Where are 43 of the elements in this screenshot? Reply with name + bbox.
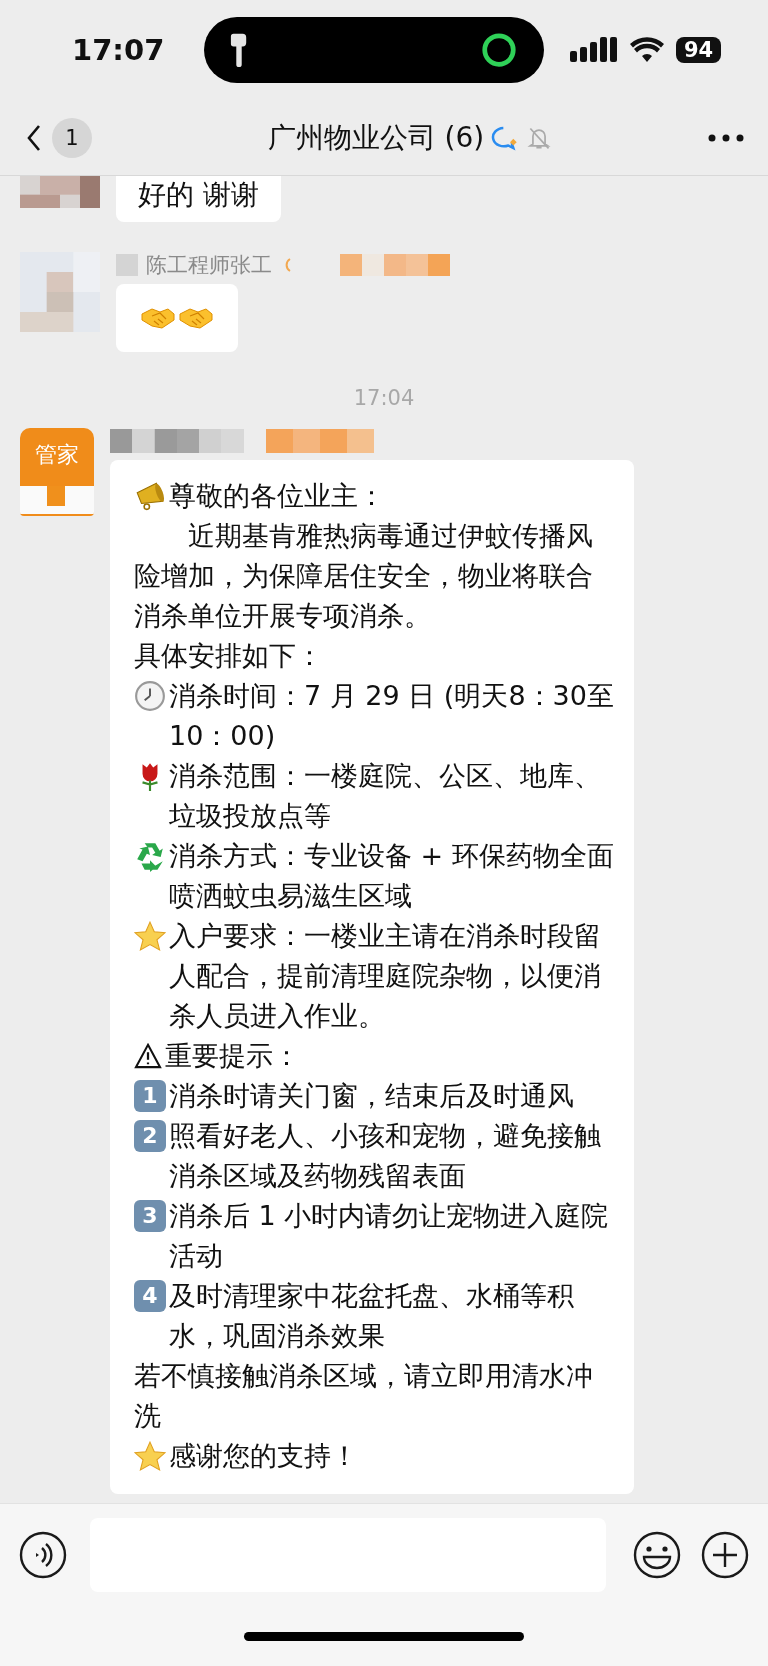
earbud-icon bbox=[230, 31, 248, 69]
wifi-icon bbox=[630, 37, 664, 63]
emoji-icon[interactable] bbox=[632, 1530, 682, 1580]
handshake-icon bbox=[140, 306, 176, 330]
timestamp: 17:04 bbox=[353, 386, 415, 410]
unread-count: 1 bbox=[52, 117, 92, 158]
add-icon[interactable] bbox=[700, 1530, 750, 1580]
notice-text: 消杀方式：专业设备 + 环保药物全面喷洒蚊虫易滋生区域 bbox=[169, 839, 614, 913]
handshake-icon bbox=[178, 306, 214, 330]
voice-icon[interactable] bbox=[18, 1530, 68, 1580]
redacted-block bbox=[116, 254, 138, 276]
warning-icon bbox=[134, 1043, 162, 1069]
notice-text: 消杀范围：一楼庭院、公区、地库、垃圾投放点等 bbox=[169, 759, 602, 833]
notice-text: 消杀后 1 小时内请勿让宠物进入庭院活动 bbox=[169, 1199, 610, 1273]
notice-text: 若不慎接触消杀区域，请立即用清水冲洗 bbox=[134, 1359, 594, 1433]
avatar-label: 管家 bbox=[35, 441, 79, 469]
number-keycap: 1 bbox=[134, 1080, 166, 1112]
signal-icon bbox=[570, 36, 618, 64]
notice-text: 感谢您的支持！ bbox=[169, 1439, 359, 1473]
back-icon[interactable] bbox=[26, 123, 42, 152]
status-time: 17:07 bbox=[72, 33, 166, 67]
star-icon bbox=[134, 1440, 166, 1472]
notice-text: 消杀时请关门窗，结束后及时通风 bbox=[169, 1079, 575, 1113]
notice-text: 尊敬的各位业主： bbox=[169, 479, 386, 513]
clock-icon bbox=[134, 680, 166, 712]
star-icon bbox=[134, 920, 166, 952]
notice-text: 入户要求：一楼业主请在消杀时段留人配合，提前清理庭院杂物，以便消杀人员进入作业。 bbox=[169, 919, 602, 1033]
message-bubble: 好的 谢谢 bbox=[116, 176, 281, 222]
battery-level: 94 bbox=[676, 37, 722, 63]
megaphone-icon bbox=[134, 480, 166, 512]
notice-text: 重要提示： bbox=[165, 1039, 301, 1073]
notice-text: 具体安排如下： bbox=[134, 639, 324, 673]
notice-text: 及时清理家中花盆托盘、水桶等积水，巩固消杀效果 bbox=[169, 1279, 575, 1353]
progress-ring-icon bbox=[480, 31, 518, 69]
more-icon[interactable] bbox=[708, 133, 744, 142]
number-keycap: 2 bbox=[134, 1120, 166, 1152]
notice-text: 消杀时间：7 月 29 日 (明天8：30至10：00) bbox=[169, 679, 614, 753]
sender-name: 陈工程师张工 bbox=[146, 252, 272, 279]
number-keycap: 4 bbox=[134, 1280, 166, 1312]
number-keycap: 3 bbox=[134, 1200, 166, 1232]
notice-text: 近期基肯雅热病毒通过伊蚊传播风险增加，为保障居住安全，物业将联合消杀单位开展专项消杀。 bbox=[134, 519, 594, 633]
notice-text: 照看好老人、小孩和宠物，避免接触消杀区域及药物残留表面 bbox=[169, 1119, 602, 1193]
chat-title: 广州物业公司 (6) bbox=[267, 119, 485, 156]
